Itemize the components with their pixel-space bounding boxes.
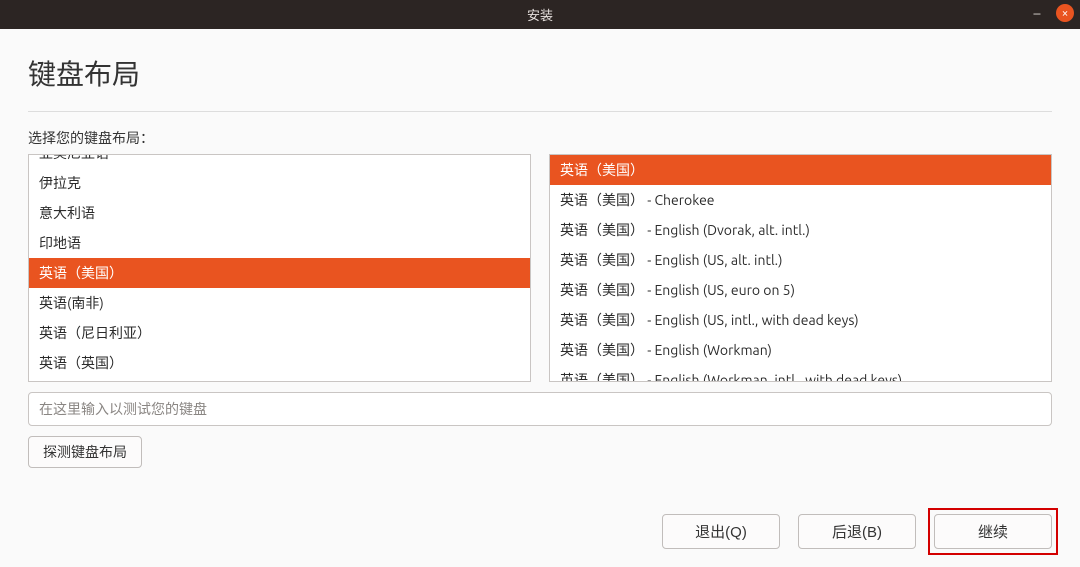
divider [28, 111, 1052, 112]
close-icon[interactable]: × [1056, 4, 1074, 22]
titlebar: 安装 – × [0, 0, 1080, 29]
list-item[interactable]: 英语（美国） [29, 258, 530, 288]
list-item[interactable]: 英语（美国） - English (US, intl., with dead k… [550, 305, 1051, 335]
minimize-icon[interactable]: – [1028, 4, 1046, 22]
layout-prompt: 选择您的键盘布局： [28, 128, 1052, 148]
list-item[interactable]: 英语（美国） - English (Workman, intl., with d… [550, 365, 1051, 382]
variant-list[interactable]: 英语（美国）英语（美国） - Cherokee英语（美国） - English … [549, 154, 1052, 382]
list-item[interactable]: 英语（英国） [29, 348, 530, 378]
list-item[interactable]: 英语（美国） [550, 155, 1051, 185]
list-item[interactable]: 英语(南非) [29, 288, 530, 318]
list-item[interactable]: 英语（美国） - English (Workman) [550, 335, 1051, 365]
list-item[interactable]: 英语（尼日利亚） [29, 318, 530, 348]
continue-button[interactable]: 继续 [934, 514, 1052, 549]
list-item[interactable]: 英语（美国） - English (US, alt. intl.) [550, 245, 1051, 275]
back-button[interactable]: 后退(B) [798, 514, 916, 549]
footer-buttons: 退出(Q) 后退(B) 继续 [662, 514, 1052, 549]
list-item[interactable]: 越南语 [29, 378, 530, 382]
keyboard-test-input[interactable] [28, 392, 1052, 426]
list-item[interactable]: 伊拉克 [29, 168, 530, 198]
content-area: 键盘布局 选择您的键盘布局： 亚美尼亚语伊拉克意大利语印地语英语（美国）英语(南… [0, 29, 1080, 468]
list-item[interactable]: 意大利语 [29, 198, 530, 228]
quit-button[interactable]: 退出(Q) [662, 514, 780, 549]
list-item[interactable]: 英语（美国） - English (US, euro on 5) [550, 275, 1051, 305]
list-item[interactable]: 印地语 [29, 228, 530, 258]
list-item[interactable]: 英语（美国） - English (Dvorak, alt. intl.) [550, 215, 1051, 245]
page-title: 键盘布局 [28, 53, 1052, 93]
list-item[interactable]: 亚美尼亚语 [29, 154, 530, 168]
detect-layout-button[interactable]: 探测键盘布局 [28, 436, 142, 468]
layout-list[interactable]: 亚美尼亚语伊拉克意大利语印地语英语（美国）英语(南非)英语（尼日利亚）英语（英国… [28, 154, 531, 382]
window-title: 安装 [527, 5, 553, 24]
lists-container: 亚美尼亚语伊拉克意大利语印地语英语（美国）英语(南非)英语（尼日利亚）英语（英国… [28, 154, 1052, 382]
list-item[interactable]: 英语（美国） - Cherokee [550, 185, 1051, 215]
window-controls: – × [1028, 4, 1074, 22]
